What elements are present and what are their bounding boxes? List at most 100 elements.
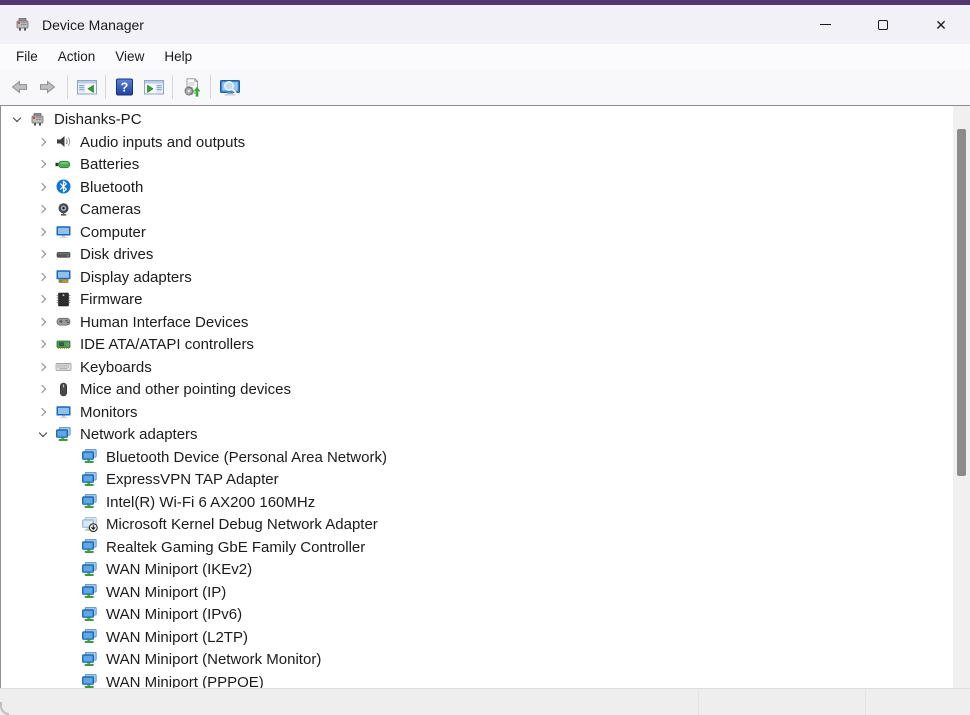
tree-item[interactable]: WAN Miniport (PPPOE) — [1, 671, 953, 688]
tree-item[interactable]: Network adapters — [1, 423, 953, 446]
tree-item[interactable]: Firmware — [1, 288, 953, 311]
tree-item-label: Dishanks-PC — [54, 111, 142, 129]
chevron-right-icon[interactable] — [35, 359, 51, 375]
device-tree-pane: Dishanks-PC Audio inputs and outputs Batte… — [0, 106, 970, 688]
chevron-right-icon[interactable] — [35, 269, 51, 285]
tree-item[interactable]: Cameras — [1, 198, 953, 221]
tree-item[interactable]: Display adapters — [1, 266, 953, 289]
chevron-down-icon[interactable] — [9, 111, 25, 127]
console-tree-icon — [76, 78, 97, 97]
titlebar: Device Manager ✕ — [0, 5, 970, 44]
device-properties-button[interactable] — [215, 73, 244, 101]
tree-item[interactable]: Bluetooth — [1, 176, 953, 199]
network-icon — [80, 628, 99, 645]
keyboard-icon — [54, 358, 73, 375]
tree-item[interactable]: Batteries — [1, 153, 953, 176]
tree-item[interactable]: Bluetooth Device (Personal Area Network) — [1, 446, 953, 469]
menu-file[interactable]: File — [6, 46, 48, 67]
chevron-right-icon[interactable] — [35, 201, 51, 217]
tree-item[interactable]: Computer — [1, 221, 953, 244]
chevron-right-icon[interactable] — [35, 224, 51, 240]
chevron-right-icon[interactable] — [35, 336, 51, 352]
tree-item-label: Firmware — [80, 291, 143, 309]
show-action-pane-button[interactable] — [139, 73, 168, 101]
menu-help[interactable]: Help — [154, 46, 202, 67]
maximize-button[interactable] — [854, 5, 912, 44]
toolbar-separator — [210, 75, 211, 99]
tree-item-label: IDE ATA/ATAPI controllers — [80, 336, 254, 354]
scan-hardware-icon — [182, 77, 202, 97]
tree-item[interactable]: WAN Miniport (IPv6) — [1, 603, 953, 626]
toolbar-separator — [105, 75, 106, 99]
show-console-tree-button[interactable] — [72, 73, 101, 101]
tree-item-label: WAN Miniport (L2TP) — [106, 628, 248, 646]
tree-item[interactable]: WAN Miniport (IP) — [1, 581, 953, 604]
toolbar: ? — [0, 69, 970, 106]
tree-item-label: Network adapters — [80, 426, 198, 444]
tree-item[interactable]: Keyboards — [1, 356, 953, 379]
help-button[interactable]: ? — [110, 73, 139, 101]
chevron-right-icon[interactable] — [35, 404, 51, 420]
tree-item-label: Human Interface Devices — [80, 313, 249, 331]
taskbar-divider — [865, 690, 866, 715]
firmware-icon — [54, 291, 73, 308]
chevron-right-icon[interactable] — [35, 179, 51, 195]
toolbar-separator — [67, 75, 68, 99]
network-icon — [80, 673, 99, 688]
vertical-scrollbar[interactable] — [953, 106, 970, 688]
tree-item[interactable]: Mice and other pointing devices — [1, 378, 953, 401]
tree-item[interactable]: WAN Miniport (L2TP) — [1, 626, 953, 649]
screen: Device Manager ✕ File Action View Help ? Di… — [0, 0, 970, 715]
network-disabled-icon — [80, 516, 99, 533]
scrollbar-thumb[interactable] — [957, 129, 966, 476]
network-icon — [80, 561, 99, 578]
mouse-icon — [54, 381, 73, 398]
tree-item[interactable]: Human Interface Devices — [1, 311, 953, 334]
tree-item[interactable]: IDE ATA/ATAPI controllers — [1, 333, 953, 356]
taskbar-strip — [0, 688, 970, 715]
chevron-placeholder — [61, 539, 77, 555]
tree-item[interactable]: Intel(R) Wi-Fi 6 AX200 160MHz — [1, 491, 953, 514]
network-icon — [80, 493, 99, 510]
chevron-placeholder — [61, 651, 77, 667]
close-button[interactable]: ✕ — [912, 5, 970, 44]
menu-view[interactable]: View — [105, 46, 154, 67]
tree-item-label: Computer — [80, 223, 146, 241]
forward-arrow-icon — [39, 78, 59, 97]
network-icon — [80, 538, 99, 555]
tree-item[interactable]: WAN Miniport (IKEv2) — [1, 558, 953, 581]
help-icon: ? — [115, 78, 135, 97]
chevron-right-icon[interactable] — [35, 156, 51, 172]
chevron-right-icon[interactable] — [35, 381, 51, 397]
window-controls: ✕ — [796, 5, 970, 44]
chevron-placeholder — [61, 629, 77, 645]
forward-button[interactable] — [34, 73, 63, 101]
chevron-right-icon[interactable] — [35, 291, 51, 307]
tree-item[interactable]: ExpressVPN TAP Adapter — [1, 468, 953, 491]
tree-item[interactable]: Audio inputs and outputs — [1, 131, 953, 154]
chevron-placeholder — [61, 516, 77, 532]
tree-item[interactable]: Monitors — [1, 401, 953, 424]
back-arrow-icon — [10, 78, 30, 97]
tree-item[interactable]: Microsoft Kernel Debug Network Adapter — [1, 513, 953, 536]
tree-item-label: Batteries — [80, 156, 140, 174]
tree-item[interactable]: Disk drives — [1, 243, 953, 266]
chevron-down-icon[interactable] — [35, 426, 51, 442]
chevron-right-icon[interactable] — [35, 314, 51, 330]
chevron-placeholder — [61, 584, 77, 600]
minimize-button[interactable] — [796, 5, 854, 44]
display-icon — [54, 268, 73, 285]
action-pane-icon — [143, 78, 164, 97]
minimize-icon — [819, 24, 831, 25]
chevron-placeholder — [61, 471, 77, 487]
chevron-right-icon[interactable] — [35, 246, 51, 262]
chevron-right-icon[interactable] — [35, 134, 51, 150]
menu-action[interactable]: Action — [48, 46, 106, 67]
scan-for-hardware-changes-button[interactable] — [177, 73, 206, 101]
maximize-icon — [878, 19, 888, 30]
computer-icon — [54, 223, 73, 240]
tree-item[interactable]: Dishanks-PC — [1, 108, 953, 131]
tree-item[interactable]: Realtek Gaming GbE Family Controller — [1, 536, 953, 559]
back-button[interactable] — [5, 73, 34, 101]
tree-item[interactable]: WAN Miniport (Network Monitor) — [1, 648, 953, 671]
